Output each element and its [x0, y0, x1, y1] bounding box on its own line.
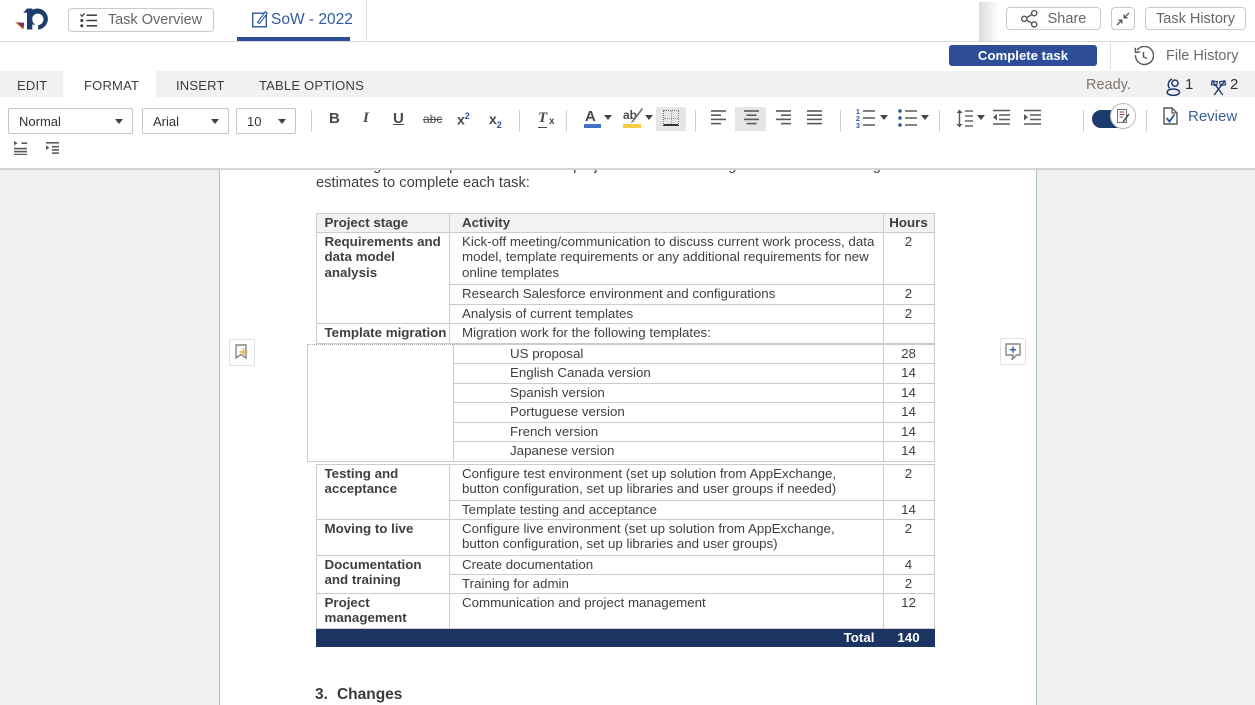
- svg-text:2: 2: [856, 116, 860, 123]
- svg-text:1: 1: [856, 109, 860, 116]
- svg-text:3: 3: [856, 123, 860, 129]
